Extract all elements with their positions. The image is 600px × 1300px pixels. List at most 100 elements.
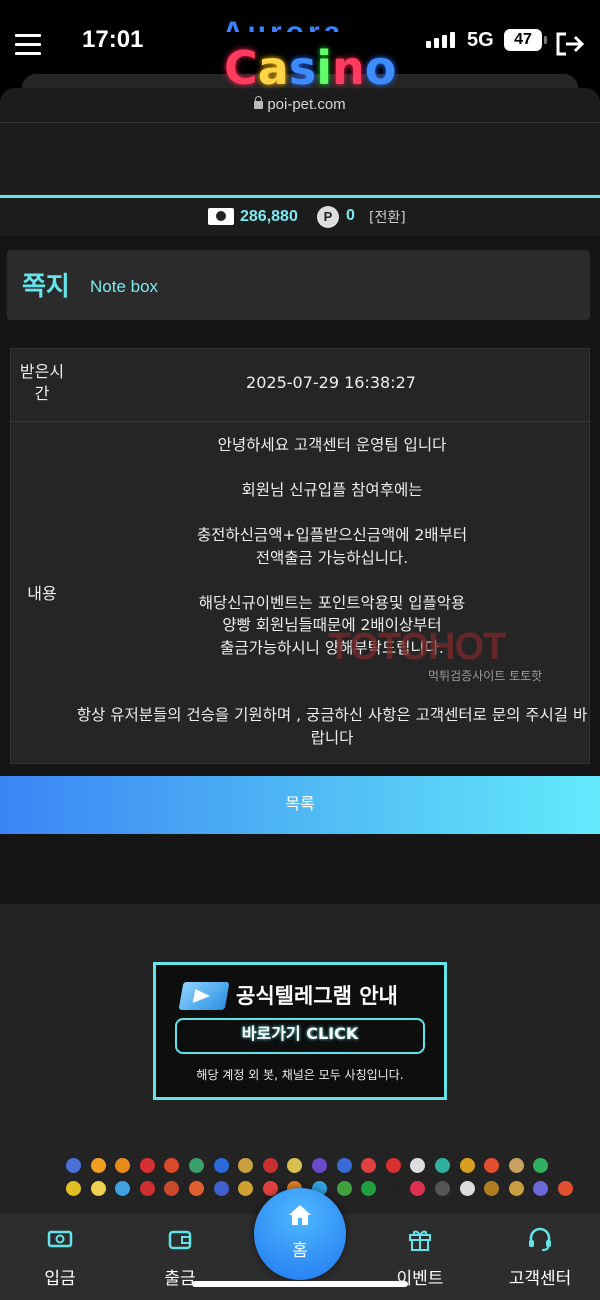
provider-logo-icon [410,1181,426,1196]
menu-icon[interactable] [15,34,41,56]
provider-logo-icon [188,1158,204,1173]
money-balance: 286,880 [240,208,298,225]
nav-support-label: 고객센터 [508,1269,572,1289]
message-line: 전액출금 가능하십니다. [255,548,409,567]
logo-letter: n [331,41,365,95]
nav-home[interactable]: 홈 [254,1188,346,1280]
logo-letter: i [316,41,332,95]
provider-logo-icon [188,1181,204,1196]
provider-logo-icon [66,1158,81,1173]
page-title: 쪽지 [22,272,70,302]
provider-logos-row [66,1158,549,1173]
logo-letter: a [257,41,289,95]
provider-logo-icon [385,1181,401,1196]
provider-logo-icon [508,1158,524,1173]
provider-logo-icon [287,1158,303,1173]
nav-deposit-label: 입금 [44,1269,76,1289]
provider-logo-icon [115,1158,131,1173]
headset-icon [529,1227,551,1251]
page-subtitle: Note box [90,277,159,296]
watermark: TOTOHOT 먹튀검증사이트 토토핫 [328,626,542,683]
money-icon [208,208,234,225]
received-time-label: 받은시간 [19,362,65,403]
provider-logo-icon [459,1158,475,1173]
provider-logo-icon [410,1158,426,1173]
provider-logo-icon [139,1181,155,1196]
message-line [72,502,592,525]
provider-logo-icon [533,1181,549,1196]
home-icon [289,1205,311,1225]
provider-logo-icon [434,1181,450,1196]
message-line: 회원님 신규입플 참여후에는 [241,481,423,499]
battery-icon: 47 [504,29,542,51]
provider-logo-icon [213,1181,229,1196]
provider-logo-icon [533,1158,549,1173]
nav-support[interactable]: 고객센터 [490,1226,590,1289]
logo-letter: o [364,41,397,95]
url-divider [0,122,600,123]
provider-logo-icon [115,1181,131,1196]
provider-logo-icon [164,1158,180,1173]
message-body: 안녕하세요 고객센터 운영팀 입니다 회원님 신규입플 참여후에는 충전하신금액… [72,434,592,749]
network-type: 5G [467,29,494,51]
message-line [72,569,592,592]
balance-bar [0,198,600,236]
received-time-value: 2025-07-29 16:38:27 [246,373,416,392]
provider-logo-icon [90,1181,106,1196]
status-time: 17:01 [82,26,144,53]
message-line [72,682,592,705]
provider-logo-icon [361,1181,377,1196]
watermark-text: TOTOHOT [328,626,506,668]
convert-button[interactable]: [전환] [369,207,406,227]
message-line: 충전하신금액+입플받으신금액에 2배부터 [196,526,468,544]
logo-top-text: Aurora [222,18,344,32]
url-text: poi-pet.com [267,96,346,113]
message-line: 안녕하세요 고객센터 운영팀 입니다 [217,436,447,454]
provider-logo-icon [66,1181,81,1196]
url-bar[interactable]: poi-pet.com [0,96,600,113]
provider-logo-icon [262,1158,278,1173]
logout-icon[interactable] [554,30,586,58]
provider-logo-icon [361,1158,377,1173]
nav-event[interactable]: 이벤트 [370,1226,470,1289]
telegram-title: 공식텔레그램 안내 [236,984,398,1008]
provider-logo-icon [336,1181,352,1196]
nav-home-label: 홈 [292,1241,308,1261]
list-button[interactable]: 목록 [0,776,600,834]
signal-icon [426,32,455,48]
nav-withdraw[interactable]: 출금 [130,1226,230,1289]
provider-logo-icon [336,1158,352,1173]
casino-logo[interactable]: Casino [224,41,396,95]
battery-tip [544,36,547,44]
provider-logo-icon [385,1158,401,1173]
logo-letter: C [224,41,258,95]
provider-logo-icon [557,1181,573,1196]
home-indicator [192,1281,408,1287]
provider-logo-icon [434,1158,450,1173]
provider-logo-icon [238,1181,254,1196]
provider-logo-icon [164,1181,180,1196]
logo-letter: s [288,41,317,95]
nav-deposit[interactable]: 입금 [10,1226,110,1289]
provider-logo-icon [508,1181,524,1196]
watermark-subtext: 먹튀검증사이트 토토핫 [428,669,543,683]
provider-logo-icon [213,1158,229,1173]
provider-logo-icon [238,1158,254,1173]
message-line: 항상 유저분들의 건승을 기원하며 , 궁금하신 사항은 고객센터로 문의 주시… [76,706,588,747]
content-label: 내용 [27,584,57,603]
cash-icon [47,1230,73,1248]
point-balance: 0 [346,207,355,224]
message-line: 해당신규이벤트는 포인트악용및 입플악용 [198,593,466,612]
telegram-note: 해당 계정 외 봇, 채널은 모두 사칭입니다. [196,1068,404,1082]
provider-logo-icon [484,1181,500,1196]
message-line [72,457,592,480]
provider-logo-icon [311,1158,327,1173]
telegram-click-button[interactable]: 바로가기 CLICK [175,1018,425,1054]
point-icon: P [317,206,339,228]
provider-logo-icon [90,1158,106,1173]
provider-logo-icon [459,1181,475,1196]
lock-icon [254,96,264,109]
provider-logo-icon [484,1158,500,1173]
telegram-icon [178,982,230,1010]
provider-logo-icon [139,1158,155,1173]
